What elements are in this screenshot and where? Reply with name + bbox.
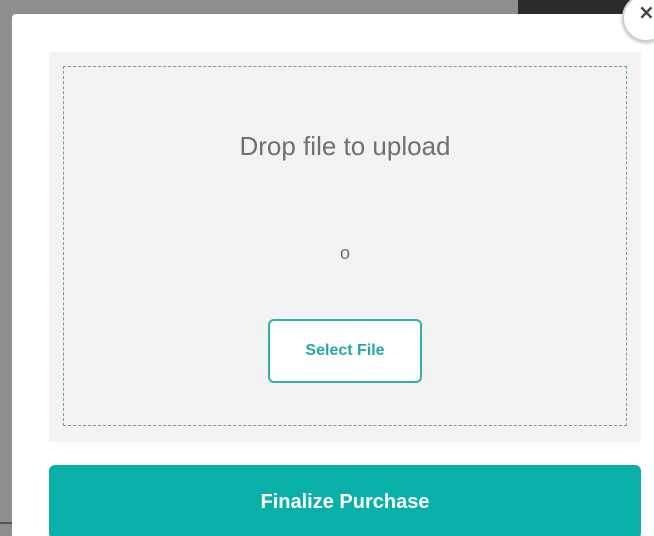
or-separator-text: o	[339, 243, 350, 263]
upload-area: Drop file to upload o Select File	[49, 52, 641, 442]
close-icon: ×	[638, 0, 654, 24]
backdrop-dark-region	[518, 0, 638, 14]
drop-zone[interactable]: Drop file to upload o Select File	[63, 66, 627, 426]
select-file-button[interactable]: Select File	[268, 319, 422, 383]
finalize-purchase-button[interactable]: Finalize Purchase	[49, 465, 641, 536]
upload-modal: Drop file to upload o Select File Finali…	[12, 14, 654, 536]
drop-instruction-text: Drop file to upload	[239, 131, 451, 161]
backdrop-divider	[0, 522, 12, 524]
